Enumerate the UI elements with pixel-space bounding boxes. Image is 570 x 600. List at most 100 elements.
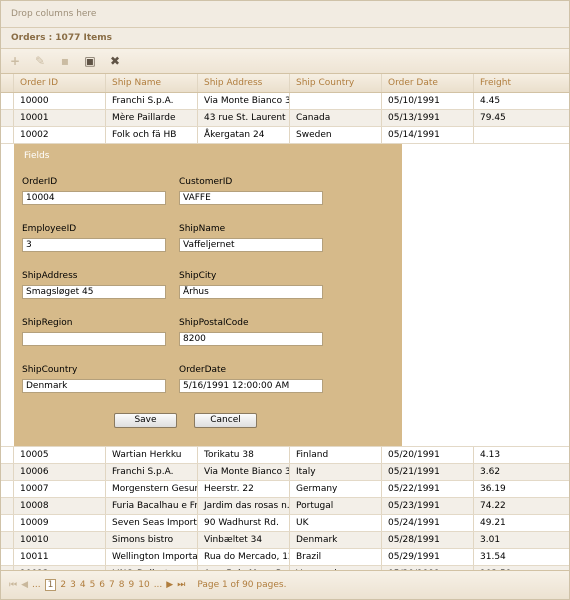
pencil-icon[interactable]: ✎ [32,53,48,69]
next-pages-ellipsis[interactable]: ... [154,580,163,590]
ship-country-field[interactable] [22,379,166,393]
page-link-5[interactable]: 5 [90,580,96,590]
cell-ship-name: Wartian Herkku [106,447,198,463]
cell-order-id: 10010 [14,532,106,548]
row-indicator [1,549,14,565]
cell-ship-name: Morgenstern Gesundk [106,481,198,497]
last-page-icon[interactable]: ⏭ [177,580,185,590]
cell-order-date: 05/28/1991 [382,532,474,548]
cell-freight: 3.01 [480,535,501,545]
cell-ship-country: Italy [290,464,382,480]
cell-freight: 4.13 [480,450,501,460]
page-link-6[interactable]: 6 [99,580,105,590]
save-button[interactable]: Save [114,413,177,428]
cell-ship-name: Simons bistro [106,532,198,548]
cell-ship-address: Jardim das rosas n. 32 [198,498,290,514]
page-link-2[interactable]: 2 [60,580,66,590]
cancel-x-icon[interactable]: ✖ [107,53,123,69]
table-row[interactable]: 10009 Seven Seas Imports 90 Wadhurst Rd.… [1,515,569,532]
row-indicator [1,93,14,109]
page-link-3[interactable]: 3 [70,580,76,590]
trash-icon[interactable]: ▪ [57,53,73,69]
cell-ship-name: Folk och fä HB [106,127,198,143]
cell-freight: 4.45 [480,96,501,106]
column-header-ship-country[interactable]: Ship Country [290,74,382,92]
table-row[interactable]: 10006 Franchi S.p.A. Via Monte Bianco 34… [1,464,569,481]
row-indicator [1,464,14,480]
table-row[interactable]: 10002 Folk och fä HB Åkergatan 24 Sweden… [1,127,569,144]
table-row[interactable]: 10000 Franchi S.p.A. Via Monte Bianco 34… [1,93,569,110]
page-link-10[interactable]: 10 [138,580,149,590]
ship-name-label: ShipName [179,224,226,234]
cell-ship-country: Denmark [290,532,382,548]
cell-ship-country: Brazil [290,549,382,565]
cell-order-id: 10000 [14,93,106,109]
previous-page-icon[interactable]: ◀ [21,580,28,590]
cell-ship-address: Via Monte Bianco 34 [198,93,290,109]
cell-freight: 79.45 [480,113,506,123]
page-link-8[interactable]: 8 [119,580,125,590]
ship-postal-code-field[interactable] [179,332,323,346]
column-header-ship-address[interactable]: Ship Address [198,74,290,92]
cell-ship-name: Franchi S.p.A. [106,93,198,109]
table-row[interactable]: 10007 Morgenstern Gesundk Heerstr. 22 Ge… [1,481,569,498]
group-panel[interactable]: Drop columns here [1,1,569,28]
row-indicator [1,532,14,548]
ship-city-label: ShipCity [179,271,217,281]
cell-ship-address: Heerstr. 22 [198,481,290,497]
row-indicator [1,498,14,514]
cell-order-id: 10006 [14,464,106,480]
cell-freight: 49.21 [480,518,506,528]
cell-freight: 31.54 [480,552,506,562]
ship-region-field[interactable] [22,332,166,346]
cell-ship-address: Åkergatan 24 [198,127,290,143]
column-header-ship-name[interactable]: Ship Name [106,74,198,92]
orders-grid: Drop columns here Orders : 1077 Items + … [0,0,570,600]
edit-form: Fields OrderID CustomerID EmployeeID Shi… [14,144,402,446]
order-date-field[interactable] [179,379,323,393]
table-row[interactable]: 10011 Wellington Importado Rua do Mercad… [1,549,569,566]
order-id-field[interactable] [22,191,166,205]
cell-ship-address: Rua do Mercado, 12 [198,549,290,565]
column-header-freight[interactable]: Freight [474,74,569,92]
row-indicator [1,515,14,531]
first-page-icon[interactable]: ⏮ [9,580,17,590]
cell-order-date: 05/21/1991 [382,464,474,480]
pager: ⏮ ◀ ... 1 2 3 4 5 6 7 8 9 10 ... ▶ ⏭ Pag… [1,570,569,599]
order-id-label: OrderID [22,177,58,187]
employee-id-field[interactable] [22,238,166,252]
cell-ship-name: Seven Seas Imports [106,515,198,531]
cell-freight: 3.62 [480,467,501,477]
cell-order-date: 05/14/1991 [382,127,474,143]
table-row[interactable]: 10010 Simons bistro Vinbæltet 34 Denmark… [1,532,569,549]
next-page-icon[interactable]: ▶ [166,580,173,590]
page-link-9[interactable]: 9 [129,580,135,590]
cell-ship-country [290,93,382,109]
ship-address-field[interactable] [22,285,166,299]
cell-freight: 36.19 [480,484,506,494]
cell-order-date: 05/29/1991 [382,549,474,565]
page-link-1[interactable]: 1 [44,579,57,591]
previous-pages-ellipsis[interactable]: ... [32,580,41,590]
plus-icon[interactable]: + [7,53,23,69]
cell-ship-country: Canada [290,110,382,126]
save-icon[interactable]: ▣ [82,53,98,69]
ship-city-field[interactable] [179,285,323,299]
cell-order-date: 05/23/1991 [382,498,474,514]
column-header-order-date[interactable]: Order Date [382,74,474,92]
table-row[interactable]: 10008 Furia Bacalhau e Frut Jardim das r… [1,498,569,515]
cell-order-date: 05/22/1991 [382,481,474,497]
ship-postal-code-label: ShipPostalCode [179,318,249,328]
page-link-4[interactable]: 4 [80,580,86,590]
cancel-button[interactable]: Cancel [194,413,257,428]
cell-order-id: 10011 [14,549,106,565]
ship-name-field[interactable] [179,238,323,252]
table-row[interactable]: 10001 Mère Paillarde 43 rue St. Laurent … [1,110,569,127]
customer-id-label: CustomerID [179,177,233,187]
table-row[interactable]: 10005 Wartian Herkku Torikatu 38 Finland… [1,447,569,464]
cell-ship-country: Finland [290,447,382,463]
cell-ship-address: Vinbæltet 34 [198,532,290,548]
customer-id-field[interactable] [179,191,323,205]
page-link-7[interactable]: 7 [109,580,115,590]
column-header-order-id[interactable]: Order ID [14,74,106,92]
